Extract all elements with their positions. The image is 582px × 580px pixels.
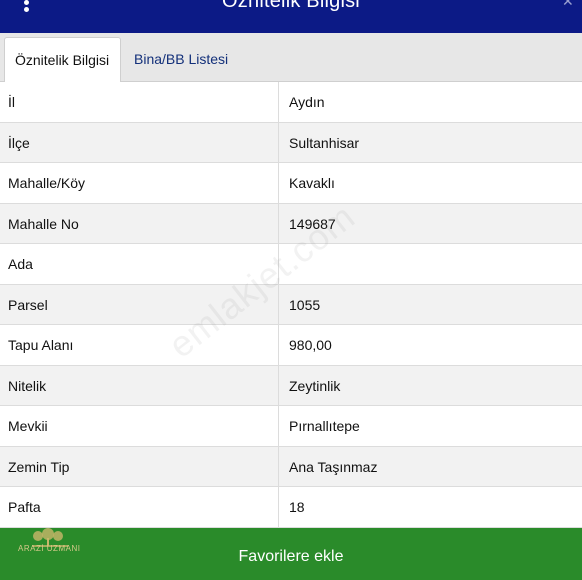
row-value: Pırnallıtepe	[278, 406, 582, 446]
row-label: İl	[8, 94, 15, 110]
header-bar: Öznitelik Bilgisi ✕	[0, 0, 582, 33]
table-row: Ada	[0, 244, 582, 285]
row-label: Mahalle No	[8, 215, 79, 232]
row-value: Ana Taşınmaz	[278, 446, 582, 486]
row-value: 149687	[278, 203, 582, 243]
attribute-table: İl Aydın İlçe Sultanhisar Mahalle/Köy Ka…	[0, 82, 582, 528]
row-value: Kavaklı	[278, 163, 582, 203]
logo-text: ARAZİ UZMANI	[18, 544, 81, 553]
table-row: İlçe Sultanhisar	[0, 122, 582, 163]
table-row: Mevkii Pırnallıtepe	[0, 406, 582, 447]
row-label: İlçe	[8, 134, 30, 151]
row-label: Mahalle/Köy	[8, 175, 86, 191]
arazi-uzmani-logo: ARAZİ UZMANI	[18, 528, 98, 558]
tab-bar: Öznitelik Bilgisi Bina/BB Listesi	[0, 33, 582, 83]
row-value: 1055	[278, 284, 582, 324]
row-value: Aydın	[278, 82, 582, 122]
row-label: Parsel	[8, 296, 48, 313]
row-label: Pafta	[8, 499, 41, 515]
row-label: Zemin Tip	[8, 458, 70, 475]
table-row: Mahalle/Köy Kavaklı	[0, 163, 582, 204]
close-icon[interactable]: ✕	[562, 0, 576, 8]
tab-oznitelik-bilgisi[interactable]: Öznitelik Bilgisi	[4, 37, 121, 83]
row-label: Tapu Alanı	[8, 337, 74, 353]
table-row: Parsel 1055	[0, 284, 582, 325]
footer-bar: Favorilere ekle ARAZİ UZMANI	[0, 528, 582, 580]
row-value: Zeytinlik	[278, 365, 582, 405]
table-row: Pafta 18	[0, 487, 582, 528]
table-row: Nitelik Zeytinlik	[0, 365, 582, 406]
table-row: İl Aydın	[0, 82, 582, 123]
row-value: 18	[278, 487, 582, 527]
row-value: Sultanhisar	[278, 122, 582, 162]
page-title: Öznitelik Bilgisi	[222, 0, 360, 12]
row-label: Nitelik	[8, 377, 47, 394]
row-value	[278, 244, 582, 284]
table-row: Tapu Alanı 980,00	[0, 325, 582, 366]
tab-bina-bb-listesi[interactable]: Bina/BB Listesi	[124, 37, 238, 83]
row-value: 980,00	[278, 325, 582, 365]
row-label: Mevkii	[8, 418, 48, 434]
table-row: Zemin Tip Ana Taşınmaz	[0, 446, 582, 487]
row-label: Ada	[8, 256, 33, 272]
table-row: Mahalle No 149687	[0, 203, 582, 244]
